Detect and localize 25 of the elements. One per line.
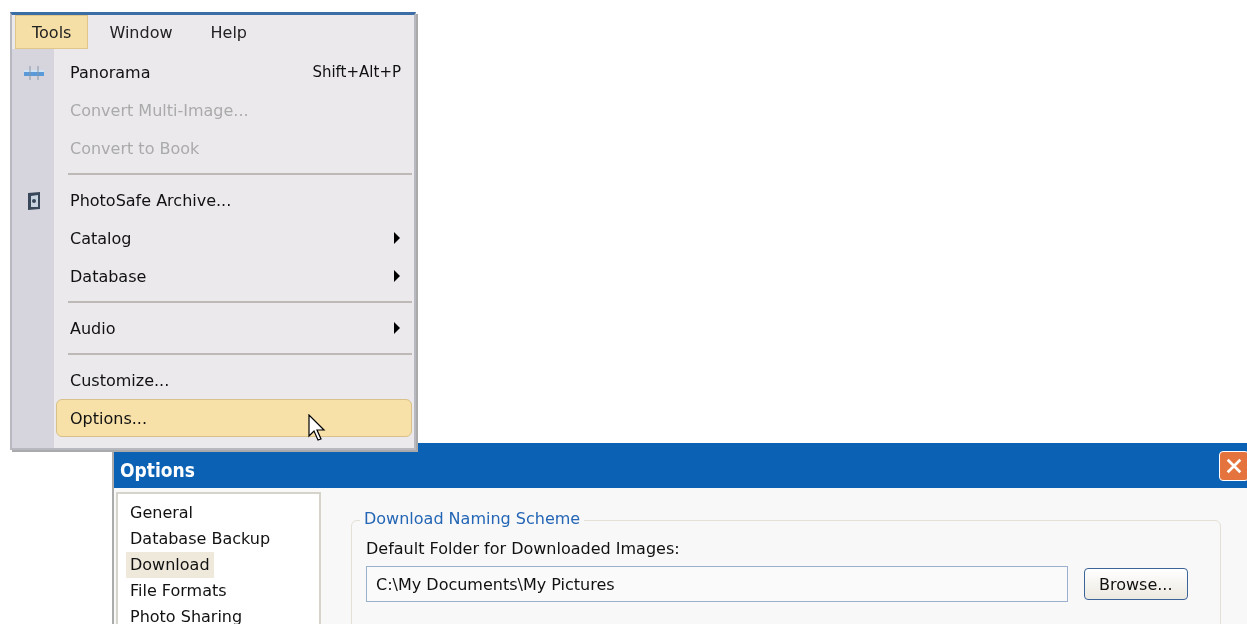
panorama-icon bbox=[23, 63, 45, 83]
category-item[interactable]: Database Backup bbox=[126, 526, 275, 552]
submenu-arrow-icon bbox=[393, 322, 401, 334]
mouse-pointer-icon bbox=[308, 414, 328, 442]
category-item[interactable]: Download bbox=[126, 552, 214, 578]
submenu-arrow-icon bbox=[393, 270, 401, 282]
menu-item[interactable]: Audio bbox=[56, 309, 412, 347]
menu-item[interactable]: PhotoSafe Archive... bbox=[56, 181, 412, 219]
menu-bar-item[interactable]: Window bbox=[92, 15, 190, 49]
category-item[interactable]: File Formats bbox=[126, 578, 231, 604]
browse-button[interactable]: Browse... bbox=[1084, 568, 1188, 600]
menu-item[interactable]: Database bbox=[56, 257, 412, 295]
group-title: Download Naming Scheme bbox=[360, 509, 585, 528]
category-item[interactable]: General bbox=[126, 500, 198, 526]
folder-field[interactable]: C:\My Documents\My Pictures bbox=[366, 566, 1068, 602]
folder-label: Default Folder for Downloaded Images: bbox=[366, 539, 681, 558]
menu-bar-item[interactable]: Tools bbox=[15, 15, 89, 49]
menu-bar-item[interactable]: Help bbox=[193, 15, 264, 49]
submenu-arrow-icon bbox=[393, 232, 401, 244]
menu-item[interactable]: Customize... bbox=[56, 361, 412, 399]
menu-item[interactable]: Options... bbox=[56, 399, 412, 437]
menu-item[interactable]: Catalog bbox=[56, 219, 412, 257]
close-icon[interactable] bbox=[1219, 451, 1247, 481]
dialog-title: Options bbox=[120, 458, 195, 482]
menu-item[interactable]: Panorama Shift+Alt+P bbox=[56, 53, 412, 91]
